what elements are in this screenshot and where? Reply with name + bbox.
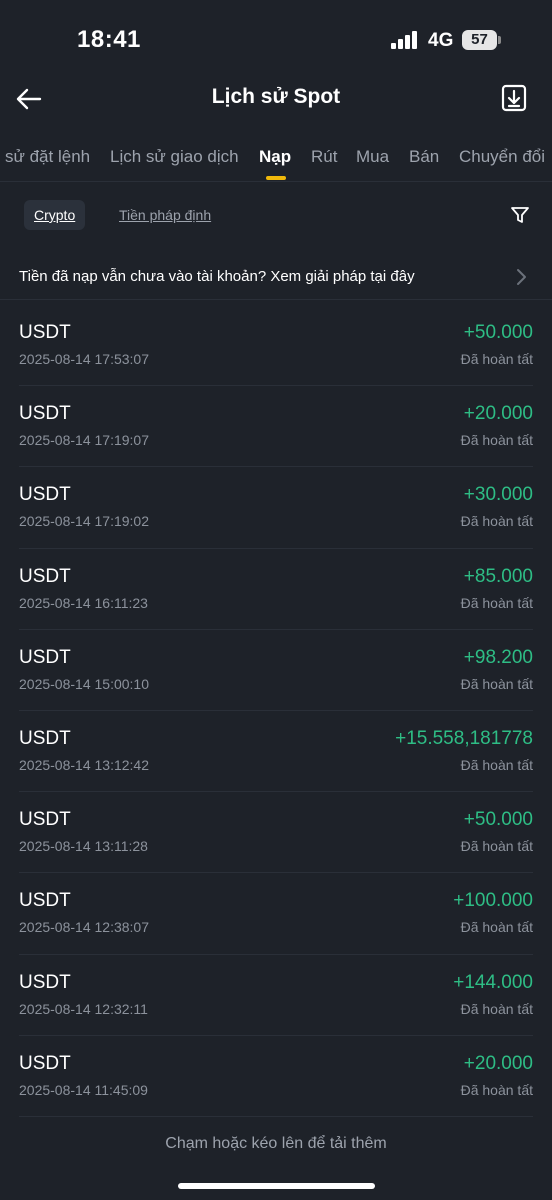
coin-name: USDT	[19, 565, 71, 587]
coin-name: USDT	[19, 890, 71, 912]
coin-name: USDT	[19, 403, 71, 425]
list-item[interactable]: USDT 2025-08-14 17:19:02 +30.000 Đã hoàn…	[19, 467, 533, 549]
record-status: Đã hoàn tất	[460, 756, 533, 773]
record-amount: +30.000	[463, 484, 533, 506]
record-time: 2025-08-14 17:19:07	[19, 432, 149, 449]
status-bar: 18:41 4G 57	[0, 0, 552, 80]
tab-convert[interactable]: Chuyển đổi	[459, 147, 545, 167]
battery-icon: 57	[462, 30, 501, 50]
record-status: Đã hoàn tất	[460, 919, 533, 936]
record-amount: +85.000	[463, 565, 533, 587]
record-amount: +98.200	[463, 646, 533, 668]
home-indicator[interactable]	[178, 1183, 375, 1189]
record-status: Đã hoàn tất	[460, 432, 533, 449]
tab-buy[interactable]: Mua	[356, 147, 389, 167]
list-item[interactable]: USDT 2025-08-14 12:32:11 +144.000 Đã hoà…	[19, 955, 533, 1036]
load-more-hint[interactable]: Chạm hoặc kéo lên để tải thêm	[0, 1135, 552, 1153]
record-amount: +50.000	[463, 809, 533, 831]
record-amount: +144.000	[453, 971, 533, 993]
chevron-right-icon	[517, 269, 526, 285]
record-status: Đã hoàn tất	[460, 351, 533, 367]
network-label: 4G	[428, 30, 454, 51]
record-time: 2025-08-14 16:11:23	[19, 594, 148, 611]
record-amount: +15.558,181778	[395, 727, 533, 749]
deposit-help-banner[interactable]: Tiền đã nạp vẫn chưa vào tài khoản? Xem …	[0, 256, 552, 300]
record-amount: +20.000	[463, 1052, 533, 1074]
deposit-help-text: Tiền đã nạp vẫn chưa vào tài khoản? Xem …	[19, 268, 415, 285]
download-icon[interactable]	[501, 84, 527, 112]
coin-name: USDT	[19, 484, 71, 506]
record-time: 2025-08-14 15:00:10	[19, 675, 149, 692]
filter-chip-fiat[interactable]: Tiền pháp định	[119, 200, 211, 230]
list-item[interactable]: USDT 2025-08-14 16:11:23 +85.000 Đã hoàn…	[19, 549, 533, 630]
list-item[interactable]: USDT 2025-08-14 15:00:10 +98.200 Đã hoàn…	[19, 630, 533, 711]
list-item[interactable]: USDT 2025-08-14 13:12:42 +15.558,181778 …	[19, 711, 533, 793]
record-status: Đã hoàn tất	[460, 838, 533, 855]
filter-icon[interactable]	[510, 205, 530, 225]
coin-name: USDT	[19, 322, 71, 343]
battery-level: 57	[462, 30, 497, 50]
list-item[interactable]: USDT 2025-08-14 11:45:09 +20.000 Đã hoàn…	[19, 1036, 533, 1117]
tab-order-history[interactable]: sử đặt lệnh	[5, 147, 90, 167]
record-time: 2025-08-14 13:11:28	[19, 838, 148, 855]
record-status: Đã hoàn tất	[460, 1000, 533, 1017]
deposit-list: USDT 2025-08-14 17:53:07 +50.000 Đã hoàn…	[0, 305, 552, 1117]
record-time: 2025-08-14 17:53:07	[19, 351, 149, 367]
record-time: 2025-08-14 13:12:42	[19, 756, 149, 773]
record-amount: +20.000	[463, 403, 533, 425]
record-amount: +100.000	[453, 890, 533, 912]
coin-name: USDT	[19, 727, 71, 749]
coin-name: USDT	[19, 971, 71, 993]
record-time: 2025-08-14 12:38:07	[19, 919, 149, 936]
status-time: 18:41	[77, 26, 141, 53]
record-time: 2025-08-14 12:32:11	[19, 1000, 148, 1017]
record-status: Đã hoàn tất	[460, 513, 533, 530]
record-status: Đã hoàn tất	[460, 1081, 533, 1098]
record-amount: +50.000	[463, 322, 533, 343]
tab-deposit[interactable]: Nạp	[259, 147, 291, 167]
page-title: Lịch sử Spot	[211, 85, 341, 108]
tab-withdraw[interactable]: Rút	[311, 147, 337, 167]
filter-chip-crypto[interactable]: Crypto	[24, 200, 86, 230]
header: Lịch sử Spot	[0, 80, 552, 120]
record-status: Đã hoàn tất	[460, 594, 533, 611]
list-item[interactable]: USDT 2025-08-14 13:11:28 +50.000 Đã hoàn…	[19, 792, 533, 874]
record-time: 2025-08-14 11:45:09	[19, 1081, 148, 1098]
tab-sell[interactable]: Bán	[409, 147, 439, 167]
coin-name: USDT	[19, 646, 71, 668]
tab-bar: sử đặt lệnh Lịch sử giao dịch Nạp Rút Mu…	[0, 140, 552, 182]
list-item[interactable]: USDT 2025-08-14 17:19:07 +20.000 Đã hoàn…	[19, 386, 533, 468]
active-tab-indicator	[266, 176, 286, 180]
list-item[interactable]: USDT 2025-08-14 17:53:07 +50.000 Đã hoàn…	[19, 305, 533, 387]
coin-name: USDT	[19, 1052, 71, 1074]
signal-icon	[391, 31, 419, 49]
tab-trade-history[interactable]: Lịch sử giao dịch	[110, 147, 239, 167]
coin-name: USDT	[19, 809, 71, 831]
record-time: 2025-08-14 17:19:02	[19, 513, 149, 530]
record-status: Đã hoàn tất	[460, 675, 533, 692]
list-item[interactable]: USDT 2025-08-14 12:38:07 +100.000 Đã hoà…	[19, 873, 533, 955]
